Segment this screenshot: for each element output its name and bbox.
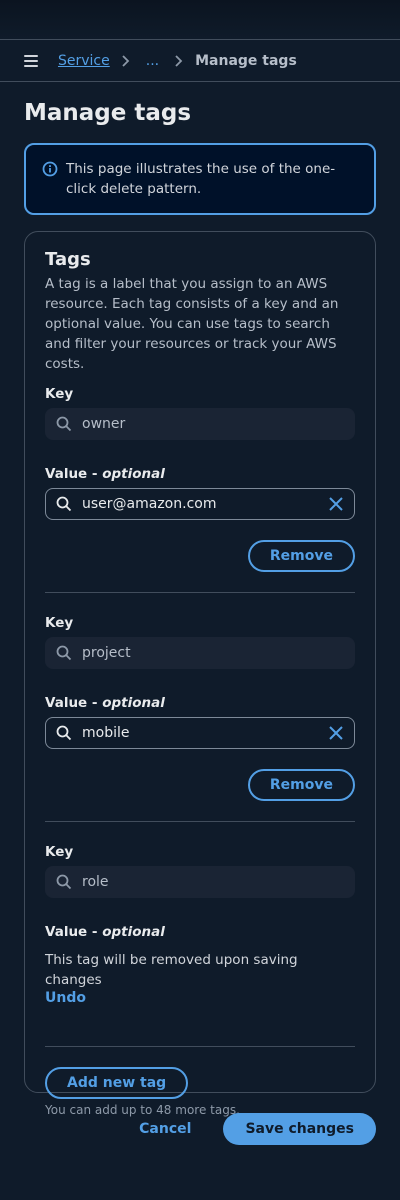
- chevron-right-icon: [122, 54, 130, 67]
- search-icon: [56, 645, 72, 661]
- cancel-button[interactable]: Cancel: [139, 1121, 191, 1137]
- tag-row: Key owner Value - optional user@amazon.c…: [45, 384, 355, 593]
- value-label: Value - optional: [45, 924, 165, 940]
- tags-description: A tag is a label that you assign to an A…: [45, 276, 339, 372]
- optional-text: optional: [102, 924, 165, 940]
- value-input[interactable]: mobile: [45, 717, 355, 749]
- optional-text: optional: [102, 695, 165, 711]
- key-value: role: [82, 874, 109, 890]
- tag-row-removed: Key role Value - optional This tag will …: [45, 842, 355, 1047]
- value-input[interactable]: user@amazon.com: [45, 488, 355, 520]
- divider: [45, 1046, 355, 1047]
- key-input: owner: [45, 408, 355, 440]
- search-icon: [56, 496, 72, 512]
- breadcrumb-current: Manage tags: [195, 52, 297, 69]
- add-new-tag-button[interactable]: Add new tag: [45, 1067, 189, 1099]
- info-alert: This page illustrates the use of the one…: [24, 143, 376, 215]
- key-label: Key: [45, 386, 74, 402]
- value-text: mobile: [82, 725, 130, 741]
- form-footer: Cancel Save changes: [24, 1113, 376, 1145]
- page-title: Manage tags: [24, 100, 192, 126]
- menu-icon[interactable]: [24, 54, 38, 67]
- divider: [45, 592, 355, 593]
- key-input: project: [45, 637, 355, 669]
- alert-text: This page illustrates the use of the one…: [66, 161, 336, 197]
- search-icon: [56, 416, 72, 432]
- remove-button[interactable]: Remove: [247, 769, 355, 801]
- search-icon: [56, 874, 72, 890]
- divider: [45, 821, 355, 822]
- navigation-bar: Service ... Manage tags: [0, 40, 400, 82]
- value-label: Value - optional: [45, 466, 165, 482]
- tags-container: Tags A tag is a label that you assign to…: [24, 231, 376, 1117]
- value-label: Value - optional: [45, 695, 165, 711]
- chevron-right-icon: [175, 54, 183, 67]
- value-text: user@amazon.com: [82, 496, 217, 512]
- breadcrumb-ellipsis[interactable]: ...: [146, 53, 159, 69]
- undo-link[interactable]: Undo: [45, 990, 355, 1006]
- remove-button[interactable]: Remove: [247, 540, 355, 572]
- tags-title: Tags: [45, 249, 91, 270]
- tag-row: Key project Value - optional mobile Remo…: [45, 613, 355, 822]
- clear-icon[interactable]: [328, 725, 344, 741]
- top-bar: [0, 0, 400, 40]
- key-label: Key: [45, 844, 74, 860]
- clear-icon[interactable]: [328, 496, 344, 512]
- key-label: Key: [45, 615, 74, 631]
- info-icon: [42, 161, 58, 177]
- search-icon: [56, 725, 72, 741]
- breadcrumb-service[interactable]: Service: [58, 53, 110, 69]
- key-value: project: [82, 645, 131, 661]
- key-input: role: [45, 866, 355, 898]
- key-value: owner: [82, 416, 126, 432]
- removed-message: This tag will be removed upon saving cha…: [45, 952, 298, 988]
- save-changes-button[interactable]: Save changes: [223, 1113, 376, 1145]
- optional-text: optional: [102, 466, 165, 482]
